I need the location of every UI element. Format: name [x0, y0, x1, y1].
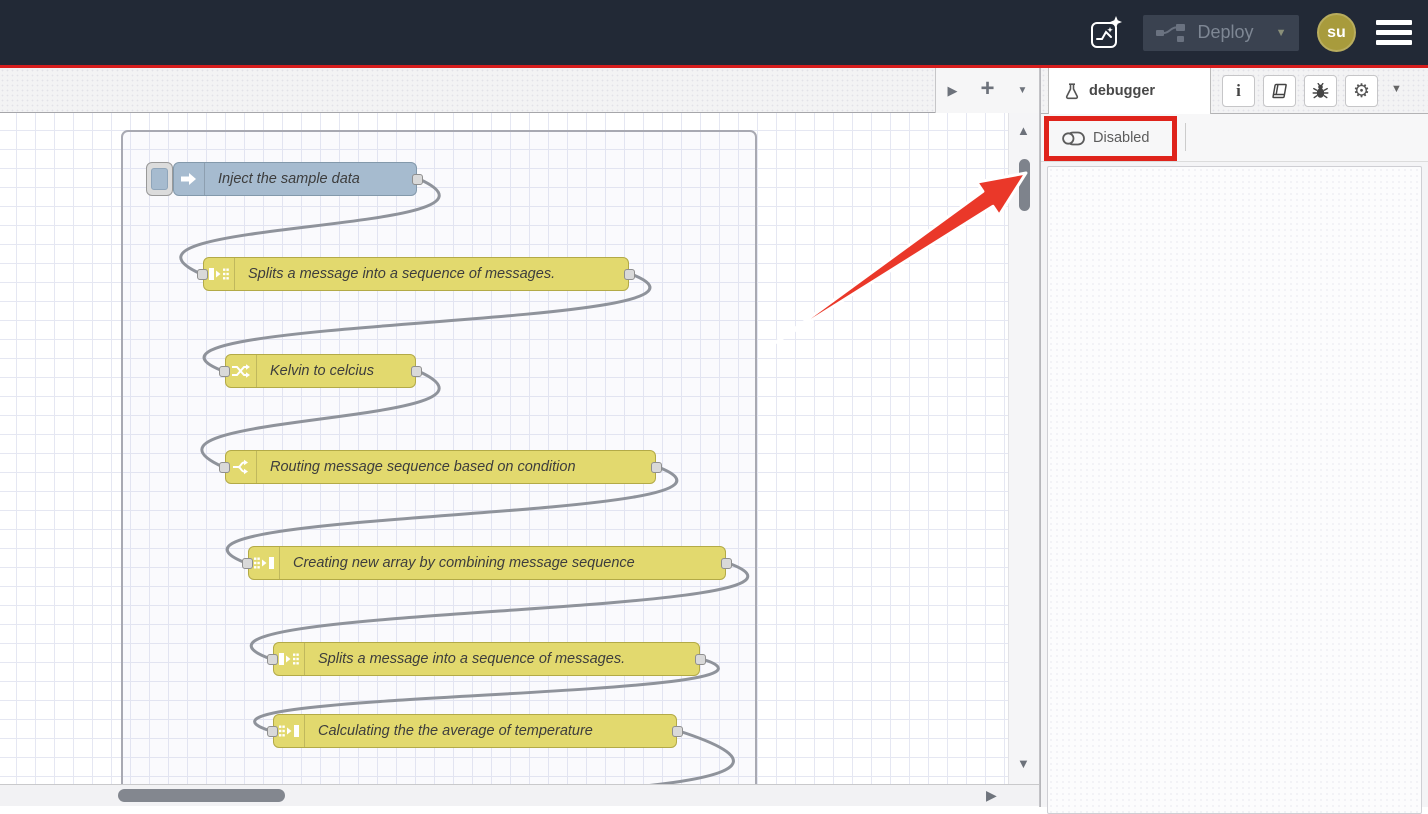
node-split-1[interactable]: Splits a message into a sequence of mess…: [203, 257, 629, 291]
node-label: Routing message sequence based on condit…: [257, 459, 590, 475]
node-inject[interactable]: Inject the sample data: [173, 162, 417, 196]
join-icon: [274, 715, 305, 747]
workspace: ▶ + ▼: [0, 68, 1040, 807]
input-port[interactable]: [219, 366, 230, 377]
input-port[interactable]: [267, 726, 278, 737]
horizontal-scroll-thumb[interactable]: [118, 789, 285, 802]
node-label: Calculating the the average of temperatu…: [305, 723, 607, 739]
inject-trigger-button[interactable]: [146, 162, 173, 196]
deploy-button[interactable]: Deploy ▼: [1143, 15, 1299, 51]
debug-toolbar: Disabled: [1041, 114, 1428, 162]
scroll-right-icon[interactable]: ▶: [986, 787, 997, 804]
input-port[interactable]: [242, 558, 253, 569]
bug-icon: [1312, 83, 1329, 100]
output-port[interactable]: [672, 726, 683, 737]
disabled-label: Disabled: [1093, 130, 1149, 146]
canvas-horizontal-scrollbar[interactable]: ▶: [0, 784, 1039, 806]
avatar-initials: su: [1327, 24, 1346, 42]
sidebar-tabbar: debugger i: [1041, 68, 1428, 114]
node-label: Inject the sample data: [205, 171, 374, 187]
join-icon: [249, 547, 280, 579]
flow-canvas[interactable]: Inject the sample data Splits a message …: [0, 113, 1039, 784]
split-icon: [274, 643, 305, 675]
node-label: Creating new array by combining message …: [280, 555, 649, 571]
help-book-button[interactable]: [1263, 75, 1296, 107]
sidebar-options-caret-icon[interactable]: ▼: [1391, 83, 1402, 95]
input-port[interactable]: [267, 654, 278, 665]
flask-icon: [1064, 83, 1080, 100]
inject-icon: [174, 163, 205, 195]
scroll-tabs-right-icon[interactable]: ▶: [948, 84, 958, 97]
deploy-label: Deploy: [1198, 22, 1254, 43]
scroll-down-icon[interactable]: ▼: [1017, 756, 1030, 771]
add-flow-icon[interactable]: +: [981, 77, 995, 101]
main-menu-button[interactable]: [1374, 16, 1414, 49]
book-icon: [1271, 83, 1288, 99]
output-port[interactable]: [411, 366, 422, 377]
output-port[interactable]: [651, 462, 662, 473]
right-sidebar: debugger i: [1040, 68, 1428, 807]
debug-message-area: [1041, 162, 1428, 806]
node-average[interactable]: Calculating the the average of temperatu…: [273, 714, 677, 748]
node-switch[interactable]: Routing message sequence based on condit…: [225, 450, 656, 484]
node-label: Kelvin to celcius: [257, 363, 388, 379]
scroll-up-icon[interactable]: ▲: [1017, 123, 1030, 138]
output-port[interactable]: [721, 558, 732, 569]
deploy-options-caret[interactable]: ▼: [1276, 27, 1287, 39]
toolbar-divider: [1185, 123, 1186, 151]
info-icon: i: [1236, 81, 1241, 101]
debug-message-list[interactable]: [1047, 166, 1422, 814]
user-avatar[interactable]: su: [1317, 13, 1356, 52]
info-button[interactable]: i: [1222, 75, 1255, 107]
tab-debugger-label: debugger: [1089, 83, 1155, 99]
canvas-vertical-scrollbar[interactable]: ▲ ▼: [1008, 113, 1039, 784]
switch-icon: [226, 451, 257, 483]
node-split-2[interactable]: Splits a message into a sequence of mess…: [273, 642, 700, 676]
output-port[interactable]: [624, 269, 635, 280]
gear-icon: ⚙: [1353, 82, 1370, 101]
settings-button[interactable]: ⚙: [1345, 75, 1378, 107]
output-port[interactable]: [412, 174, 423, 185]
app-header: Deploy ▼ su: [0, 0, 1428, 65]
flow-assistant-icon[interactable]: [1087, 13, 1125, 53]
split-icon: [204, 258, 235, 290]
node-label: Splits a message into a sequence of mess…: [305, 651, 639, 667]
debug-messages-button[interactable]: [1304, 75, 1337, 107]
output-port[interactable]: [695, 654, 706, 665]
deploy-icon: [1156, 23, 1186, 43]
input-port[interactable]: [219, 462, 230, 473]
vertical-scroll-thumb[interactable]: [1019, 159, 1030, 211]
node-join[interactable]: Creating new array by combining message …: [248, 546, 726, 580]
input-port[interactable]: [197, 269, 208, 280]
flow-list-caret-icon[interactable]: ▼: [1018, 86, 1028, 96]
tab-debugger[interactable]: debugger: [1048, 68, 1211, 114]
workspace-tabbar: ▶ + ▼: [0, 68, 1039, 113]
node-change-kelvin[interactable]: Kelvin to celcius: [225, 354, 416, 388]
debug-disabled-toggle[interactable]: Disabled: [1062, 124, 1149, 152]
change-icon: [226, 355, 257, 387]
node-label: Splits a message into a sequence of mess…: [235, 266, 569, 282]
toggle-off-icon: [1062, 131, 1085, 146]
